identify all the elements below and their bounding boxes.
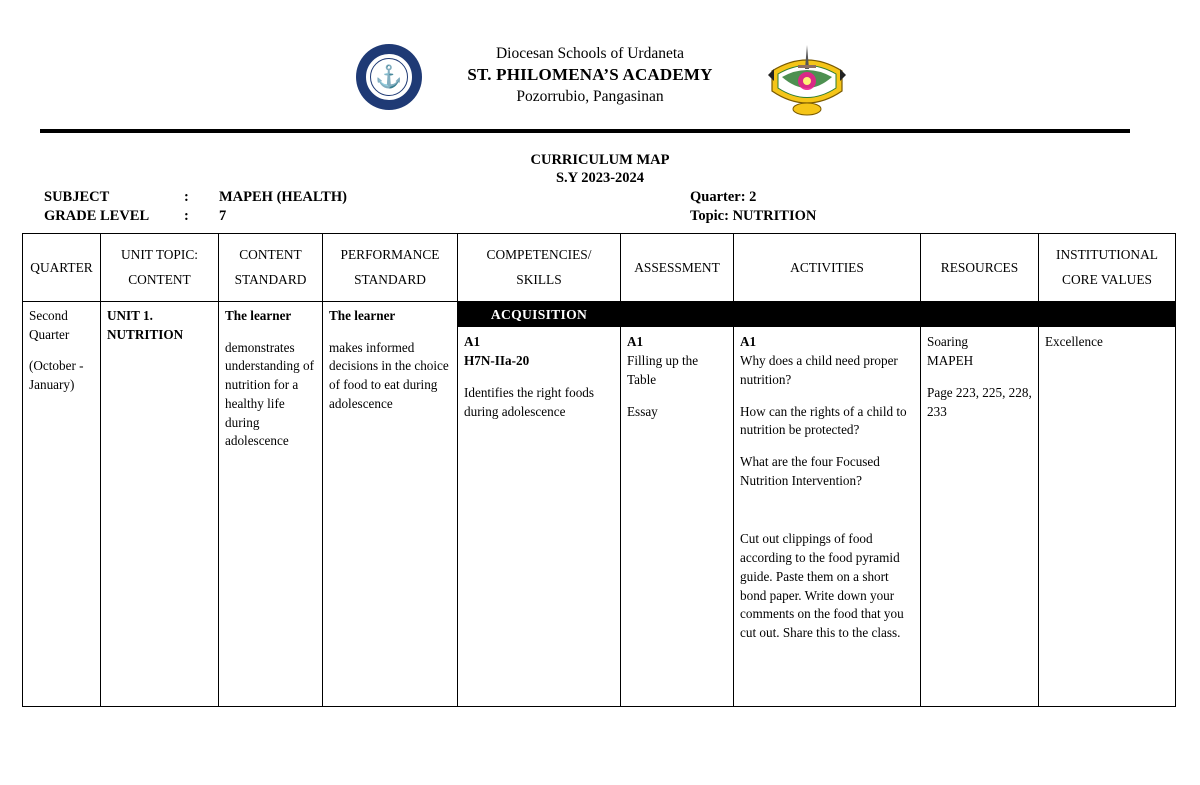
- activities-question-1: Why does a child need proper nutrition?: [740, 353, 898, 387]
- cell-content-standard: The learner demonstrates understanding o…: [218, 301, 323, 707]
- meta-right: Quarter: 2 Topic: NUTRITION: [690, 188, 816, 225]
- acquisition-band-activities: [734, 302, 920, 328]
- content-standard-heading: The learner: [225, 308, 292, 323]
- activities-question-2: How can the rights of a child to nutriti…: [740, 403, 907, 438]
- grade-level-value: 7: [219, 207, 227, 224]
- competency-body: Identifies the right foods during adoles…: [464, 384, 595, 419]
- column-header-core-values-bottom: CORE VALUES: [1062, 272, 1152, 287]
- grade-level-row: GRADE LEVEL : 7: [44, 207, 347, 226]
- subject-colon: :: [184, 189, 189, 205]
- activities-code: A1: [740, 334, 757, 350]
- column-header-activities-top: ACTIVITIES: [790, 259, 864, 275]
- column-header-unit-topic-top: UNIT TOPIC:: [120, 247, 198, 263]
- subject-row: SUBJECT : MAPEH (HEALTH): [44, 188, 347, 207]
- quarter-value: Quarter: 2: [690, 189, 757, 205]
- cell-quarter: Second Quarter (October - January): [22, 301, 101, 707]
- diocesan-schools-of-urdaneta-seal-icon: [762, 41, 852, 119]
- unit-line-2: NUTRITION: [107, 326, 184, 342]
- resources-line-2: MAPEH: [927, 353, 974, 369]
- cell-unit-topic: UNIT 1. NUTRITION: [100, 301, 219, 707]
- column-header-unit-topic: UNIT TOPIC: CONTENT: [100, 233, 219, 302]
- column-header-performance-standard-top: PERFORMANCE: [340, 247, 440, 263]
- assessment-item-1: Filling up the Table: [627, 353, 699, 387]
- column-header-resources: RESOURCES: [920, 233, 1039, 302]
- cell-resources: Soaring MAPEH Page 223, 225, 228, 233: [920, 301, 1039, 707]
- activities-question-3: What are the four Focused Nutrition Inte…: [740, 453, 880, 488]
- column-header-performance-standard: PERFORMANCE STANDARD: [322, 233, 458, 302]
- subject-value: MAPEH (HEALTH): [219, 189, 347, 205]
- column-header-competencies-bottom: SKILLS: [516, 272, 562, 287]
- column-header-quarter: QUARTER: [22, 233, 101, 302]
- unit-line-1: UNIT 1.: [107, 308, 153, 323]
- column-header-content-standard-bottom: STANDARD: [234, 272, 307, 287]
- acquisition-band-assessment: [621, 302, 733, 328]
- grade-level-colon: :: [184, 207, 189, 224]
- column-header-unit-topic-bottom: CONTENT: [128, 272, 191, 287]
- column-header-core-values-top: INSTITUTIONAL: [1056, 247, 1158, 263]
- assessment-code: A1: [627, 334, 644, 350]
- header-divider: [40, 129, 1130, 133]
- subject-label: SUBJECT: [44, 189, 110, 205]
- cell-activities: A1 Why does a child need proper nutritio…: [733, 301, 921, 707]
- letterhead: ⚓ Diocesan Schools of Urdaneta ST. PHILO…: [0, 0, 1200, 133]
- column-header-assessment-top: ASSESSMENT: [634, 259, 720, 275]
- diocese-line: Diocesan Schools of Urdaneta: [495, 45, 685, 62]
- topic-value: Topic: NUTRITION: [690, 207, 817, 224]
- column-header-assessment: ASSESSMENT: [620, 233, 734, 302]
- performance-standard-heading: The learner: [329, 308, 396, 323]
- acquisition-band-core-values: [1039, 302, 1175, 328]
- quarter-line-4: January): [29, 377, 75, 393]
- st-philomenas-academy-seal-icon: ⚓: [356, 44, 422, 110]
- competency-code-1: A1: [464, 334, 481, 350]
- school-name-block: Diocesan Schools of Urdaneta ST. PHILOME…: [435, 44, 745, 107]
- cell-competencies: ACQUISITION A1 H7N-IIa-20 Identifies the…: [457, 301, 621, 707]
- core-value-text: Excellence: [1045, 334, 1103, 350]
- school-location: Pozorrubio, Pangasinan: [516, 87, 664, 105]
- document-title: CURRICULUM MAP S.Y 2023-2024: [430, 151, 770, 187]
- column-header-competencies: COMPETENCIES/ SKILLS: [457, 233, 621, 302]
- resources-pages: Page 223, 225, 228, 233: [927, 384, 1032, 419]
- content-standard-body: demonstrates understanding of nutrition …: [225, 339, 314, 449]
- competency-code-2: H7N-IIa-20: [464, 353, 530, 369]
- column-header-core-values: INSTITUTIONAL CORE VALUES: [1038, 233, 1176, 302]
- quarter-line-3: (October -: [29, 358, 84, 374]
- performance-standard-body: makes informed decisions in the choice o…: [329, 339, 449, 411]
- cell-core-values: Excellence: [1038, 301, 1176, 707]
- column-header-content-standard-top: CONTENT: [239, 247, 302, 263]
- column-header-resources-top: RESOURCES: [940, 259, 1019, 275]
- quarter-line-1: Second: [29, 308, 68, 323]
- quarter-line-2: Quarter: [29, 326, 70, 342]
- document-title-line2: S.Y 2023-2024: [555, 170, 645, 187]
- acquisition-band-competencies: ACQUISITION: [458, 302, 620, 328]
- assessment-item-2: Essay: [627, 403, 658, 419]
- column-header-competencies-top: COMPETENCIES/: [486, 247, 592, 263]
- column-header-performance-standard-bottom: STANDARD: [354, 272, 426, 287]
- curriculum-map-table: QUARTER UNIT TOPIC: CONTENT CONTENT STAN…: [22, 233, 1176, 707]
- activities-task: Cut out clippings of food according to t…: [740, 531, 904, 641]
- column-header-content-standard: CONTENT STANDARD: [218, 233, 323, 302]
- cell-assessment: A1 Filling up the Table Essay: [620, 301, 734, 707]
- table-row: Second Quarter (October - January) UNIT …: [22, 301, 1176, 707]
- resources-line-1: Soaring: [927, 334, 969, 350]
- column-header-quarter-top: QUARTER: [30, 259, 93, 275]
- grade-level-label: GRADE LEVEL: [44, 207, 150, 224]
- acquisition-band-resources: [921, 302, 1038, 328]
- document-title-line1: CURRICULUM MAP: [530, 152, 670, 168]
- meta-left: SUBJECT : MAPEH (HEALTH) GRADE LEVEL : 7: [44, 188, 347, 225]
- table-header-row: QUARTER UNIT TOPIC: CONTENT CONTENT STAN…: [22, 233, 1176, 302]
- cell-performance-standard: The learner makes informed decisions in …: [322, 301, 458, 707]
- column-header-activities: ACTIVITIES: [733, 233, 921, 302]
- school-name: ST. PHILOMENA’S ACADEMY: [467, 65, 713, 85]
